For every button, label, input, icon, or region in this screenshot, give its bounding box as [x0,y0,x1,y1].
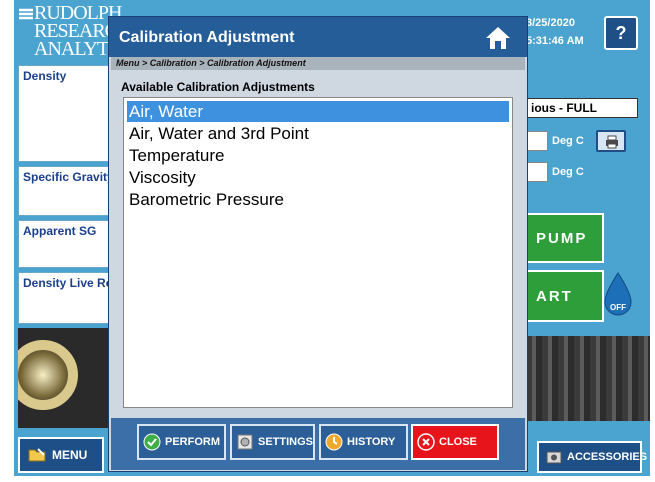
drop-label: OFF [610,303,626,312]
water-drop-icon: OFF [604,272,632,316]
measurement-mode-bar: ious - FULL [526,98,638,118]
accessories-button-label: ACCESSORIES [567,451,648,463]
dialog-title: Calibration Adjustment [119,29,295,46]
checkmark-icon [143,433,161,451]
start-button[interactable]: ART [526,270,604,322]
close-button[interactable]: CLOSE [411,424,499,460]
datetime-display: 3/25/2020 5:31:46 AM [526,14,584,50]
clock-icon [325,433,343,451]
list-item-viscosity[interactable]: Viscosity [127,167,509,188]
temperature-unit-2: Deg C [552,166,584,178]
accessories-icon [546,451,562,464]
home-icon [486,27,510,49]
dialog-header: Calibration Adjustment [109,17,527,57]
printer-icon [606,135,618,149]
menu-button[interactable]: MENU [18,437,104,473]
history-button-label: HISTORY [347,436,396,448]
list-item-air-water[interactable]: Air, Water [127,101,509,122]
dialog-footer: PERFORM SETTINGS HISTORY CLOSE [111,418,525,470]
density-live-panel: Density Live Re [18,272,114,324]
viscosity-camera-view [526,336,650,421]
print-button[interactable] [596,130,626,152]
settings-button[interactable]: SETTINGS [230,424,315,460]
date-text: 3/25/2020 [526,17,575,29]
sample-camera-view [18,328,114,428]
u-tube-image [18,340,78,410]
accessories-button[interactable]: ACCESSORIES [537,441,647,473]
settings-button-label: SETTINGS [258,436,314,448]
list-item-barometric-pressure[interactable]: Barometric Pressure [127,189,509,210]
help-button[interactable]: ? [604,16,638,50]
list-item-air-water-3rd-point[interactable]: Air, Water and 3rd Point [127,123,509,144]
drop-toggle[interactable]: OFF [600,270,636,320]
logo-mark-icon [19,8,33,20]
home-button[interactable] [483,23,513,53]
specific-gravity-panel: Specific Gravity [18,166,114,216]
calibration-adjustment-dialog: Calibration Adjustment Menu > Calibratio… [108,16,528,472]
apparent-sg-panel: Apparent SG [18,220,114,268]
folder-icon [28,448,46,462]
close-icon [417,433,435,451]
list-item-temperature[interactable]: Temperature [127,145,509,166]
settings-icon [237,434,253,450]
density-label: Density [23,69,67,83]
temperature-unit-1: Deg C [552,135,584,147]
apparent-sg-label: Apparent SG [23,224,97,238]
temperature-field-2[interactable] [526,162,548,182]
density-panel: Density [18,65,114,162]
specific-gravity-label: Specific Gravity [23,170,113,184]
perform-button-label: PERFORM [165,436,220,448]
time-text: 5:31:46 AM [526,35,584,47]
close-button-label: CLOSE [439,436,477,448]
calibration-list: Air, Water Air, Water and 3rd Point Temp… [123,97,513,408]
pump-button[interactable]: PUMP [526,213,604,263]
density-live-label: Density Live Re [23,276,113,290]
temperature-field-1[interactable] [526,131,548,151]
perform-button[interactable]: PERFORM [137,424,226,460]
breadcrumb: Menu > Calibration > Calibration Adjustm… [111,57,525,70]
list-heading: Available Calibration Adjustments [121,80,315,94]
history-button[interactable]: HISTORY [319,424,408,460]
menu-button-label: MENU [52,448,88,462]
